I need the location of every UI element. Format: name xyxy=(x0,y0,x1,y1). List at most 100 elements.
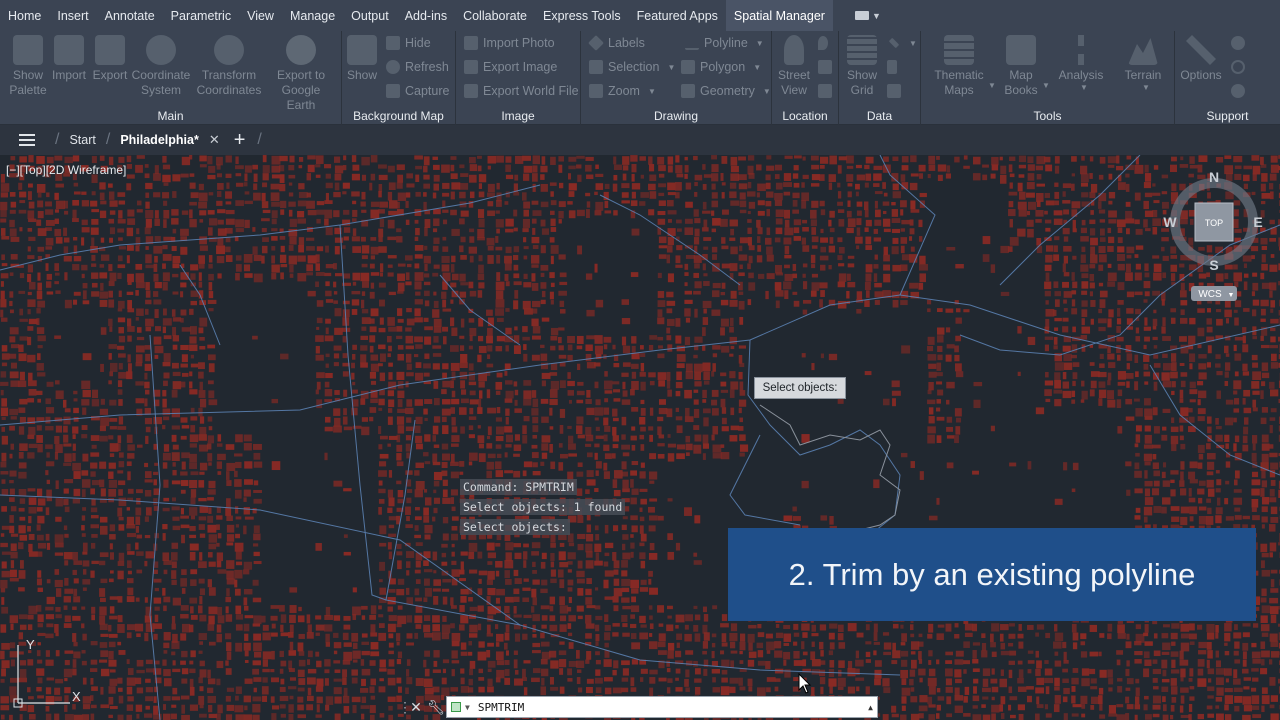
building-footprint xyxy=(532,462,538,468)
building-footprint xyxy=(667,650,674,659)
building-footprint xyxy=(460,561,464,570)
import-photo-button[interactable]: Import Photo xyxy=(464,36,555,50)
hide-map-button[interactable]: Hide xyxy=(386,36,431,50)
tab-start[interactable]: Start xyxy=(65,133,99,147)
building-footprint xyxy=(676,453,685,460)
building-footprint xyxy=(1125,461,1132,467)
building-footprint xyxy=(675,381,683,389)
building-footprint xyxy=(1252,336,1257,340)
data-table-button[interactable] xyxy=(887,60,897,74)
menu-icon[interactable] xyxy=(19,134,35,146)
building-footprint xyxy=(1117,624,1125,634)
export-image-button[interactable]: Export Image xyxy=(464,60,557,74)
geometry-button[interactable]: Geometry ▼ xyxy=(681,84,771,98)
menu-tab-add-ins[interactable]: Add-ins xyxy=(397,0,455,31)
building-footprint xyxy=(171,651,176,656)
new-tab-icon[interactable]: + xyxy=(234,130,246,150)
close-icon[interactable]: ✕ xyxy=(209,132,220,148)
export-world-file-button[interactable]: Export World File xyxy=(464,84,579,98)
building-footprint xyxy=(324,272,332,277)
building-footprint xyxy=(667,551,675,560)
building-footprint xyxy=(10,543,17,552)
building-footprint xyxy=(648,426,654,431)
building-footprint xyxy=(397,399,403,408)
menu-tab-insert[interactable]: Insert xyxy=(49,0,96,31)
ribbon-minimize-icon[interactable]: ▼ xyxy=(854,0,881,31)
building-footprint xyxy=(874,291,884,298)
building-footprint xyxy=(333,425,342,433)
building-footprint xyxy=(405,426,414,432)
building-footprint xyxy=(496,407,501,414)
street-view-button[interactable]: Street View xyxy=(764,35,824,98)
terrain-dropdown-icon[interactable]: ▼ xyxy=(1142,83,1150,92)
menu-tab-express-tools[interactable]: Express Tools xyxy=(535,0,629,31)
data-link-button[interactable] xyxy=(887,84,901,98)
building-footprint xyxy=(442,363,449,370)
building-footprint xyxy=(1216,318,1223,326)
building-footprint xyxy=(253,543,259,547)
map-canvas[interactable] xyxy=(0,155,1280,720)
menu-tab-manage[interactable]: Manage xyxy=(282,0,343,31)
menu-tab-view[interactable]: View xyxy=(239,0,282,31)
export-google-earth-button[interactable]: Export to Google Earth xyxy=(271,35,331,113)
selection-button[interactable]: Selection ▼ xyxy=(589,60,675,74)
building-footprint xyxy=(144,417,153,425)
building-footprint xyxy=(136,228,140,235)
tab-philadelphia[interactable]: Philadelphia* xyxy=(116,133,203,147)
building-footprint xyxy=(198,272,202,281)
building-footprint xyxy=(748,624,757,629)
building-footprint xyxy=(486,542,495,551)
menu-bar: Home Insert Annotate Parametric View Manage Ou… xyxy=(0,0,1280,31)
building-footprint xyxy=(199,614,207,622)
options-button[interactable]: Options xyxy=(1171,35,1231,83)
building-footprint xyxy=(577,434,585,439)
map-books-dropdown-icon[interactable]: ▼ xyxy=(1042,81,1050,90)
building-footprint xyxy=(639,615,646,624)
menu-tab-collaborate[interactable]: Collaborate xyxy=(455,0,535,31)
polygon-button[interactable]: Polygon ▼ xyxy=(681,60,761,74)
menu-tab-output[interactable]: Output xyxy=(343,0,397,31)
building-footprint xyxy=(1,561,7,569)
building-footprint xyxy=(468,461,473,466)
labels-button[interactable]: Labels xyxy=(588,35,645,51)
terrain-button[interactable]: Terrain xyxy=(1113,35,1173,83)
thematic-maps-button[interactable]: Thematic Maps xyxy=(929,35,989,98)
menu-tab-parametric[interactable]: Parametric xyxy=(163,0,239,31)
building-footprint xyxy=(739,390,746,396)
show-map-button[interactable]: Show xyxy=(332,35,392,83)
building-footprint xyxy=(1108,200,1113,205)
zoom-button[interactable]: Zoom ▼ xyxy=(589,84,656,98)
drawing-viewport[interactable]: [−][Top][2D Wireframe] TOP N S E W WCS ▼… xyxy=(0,155,1280,720)
building-footprint xyxy=(1099,228,1105,236)
location-pin-button[interactable] xyxy=(818,36,828,50)
building-footprint xyxy=(1117,389,1123,397)
menu-tab-home[interactable]: Home xyxy=(0,0,49,31)
coordinate-system-button[interactable]: Coordinate System xyxy=(131,35,191,98)
building-footprint xyxy=(1089,228,1096,236)
building-footprint xyxy=(855,236,863,244)
menu-tab-featured-apps[interactable]: Featured Apps xyxy=(629,0,726,31)
refresh-map-button[interactable]: Refresh xyxy=(386,60,449,74)
building-footprint xyxy=(1153,200,1160,204)
update-button[interactable] xyxy=(1231,60,1245,74)
building-footprint xyxy=(199,245,208,251)
menu-tab-annotate[interactable]: Annotate xyxy=(97,0,163,31)
analysis-button[interactable]: Analysis xyxy=(1051,35,1111,83)
layers-icon xyxy=(944,35,974,65)
info-button[interactable] xyxy=(1231,84,1245,98)
location-search-button[interactable] xyxy=(818,84,832,98)
analysis-dropdown-icon[interactable]: ▼ xyxy=(1080,83,1088,92)
menu-tab-spatial-manager[interactable]: Spatial Manager xyxy=(725,0,833,31)
data-edit-button[interactable]: ▼ xyxy=(887,36,917,50)
building-footprint xyxy=(514,408,522,413)
capture-map-button[interactable]: Capture xyxy=(386,84,449,98)
building-footprint xyxy=(72,209,77,219)
polyline-button[interactable]: Polyline ▼ xyxy=(685,36,764,50)
help-button[interactable] xyxy=(1231,36,1245,50)
building-footprint xyxy=(9,515,14,523)
transform-coordinates-button[interactable]: Transform Coordinates xyxy=(197,35,261,98)
show-grid-button[interactable]: Show Grid xyxy=(832,35,892,98)
location-tool-button[interactable] xyxy=(818,60,832,74)
building-footprint xyxy=(1198,650,1207,655)
building-footprint xyxy=(153,578,162,583)
